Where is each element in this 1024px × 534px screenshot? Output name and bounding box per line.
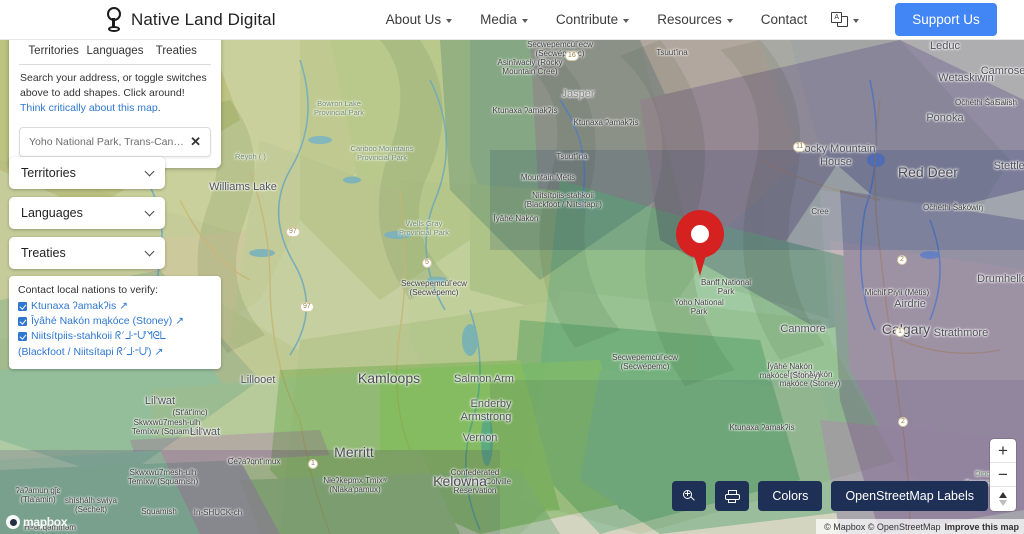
- improve-map-link[interactable]: Improve this map: [944, 522, 1019, 532]
- toggle-label: Territories: [28, 45, 79, 57]
- nav-item-contribute[interactable]: Contribute: [542, 6, 643, 33]
- colors-button[interactable]: Colors: [758, 481, 823, 511]
- zoom-controls: + −: [990, 439, 1016, 511]
- accordion-label: Territories: [21, 166, 76, 180]
- panel-description: Search your address, or toggle switches …: [19, 71, 211, 116]
- top-navigation-bar: Native Land Digital About Us Media Contr…: [0, 0, 1024, 40]
- accordion-label: Languages: [21, 206, 83, 220]
- nav-item-media[interactable]: Media: [466, 6, 542, 33]
- map-action-buttons: Colors OpenStreetMap Labels: [672, 481, 988, 511]
- mapbox-logo-icon[interactable]: mapbox: [6, 515, 68, 529]
- translate-icon: A: [831, 12, 849, 27]
- nav-item-resources[interactable]: Resources: [643, 6, 747, 33]
- nation-row[interactable]: Ktunaxa ʔamakʔis ↗: [18, 299, 212, 314]
- nation-label[interactable]: Niitsítpiis-stahkoii ᖇᐟᒧᐧᐨᑧᖿᘓᒪ: [31, 329, 166, 344]
- zoom-out-button[interactable]: −: [990, 463, 1016, 487]
- nation-row[interactable]: Niitsítpiis-stahkoii ᖇᐟᒧᐧᐨᑧᖿᘓᒪ: [18, 329, 212, 344]
- nav-label: About Us: [385, 12, 442, 27]
- nav-item-contact[interactable]: Contact: [747, 6, 822, 33]
- nav-label: Resources: [657, 12, 722, 27]
- nation-label[interactable]: Îyâhé Nakón mąkóce (Stoney): [31, 314, 172, 329]
- brand-title: Native Land Digital: [131, 9, 276, 29]
- chevron-down-icon: [853, 18, 860, 23]
- language-switcher[interactable]: A: [821, 6, 873, 33]
- nav-links: About Us Media Contribute Resources Cont…: [372, 6, 874, 33]
- external-link-icon[interactable]: ↗: [119, 299, 128, 314]
- brand-logo[interactable]: Native Land Digital: [106, 6, 276, 33]
- accordion-treaties[interactable]: Treaties: [9, 237, 165, 269]
- contact-nations-box: Contact local nations to verify: Ktunaxa…: [9, 276, 221, 369]
- nation-row[interactable]: Îyâhé Nakón mąkóce (Stoney) ↗: [18, 314, 212, 329]
- nav-label: Contact: [760, 12, 808, 27]
- accordion-territories[interactable]: Territories: [9, 157, 165, 189]
- zoom-search-icon: [682, 489, 696, 503]
- zoom-in-button[interactable]: +: [990, 439, 1016, 463]
- external-link-icon[interactable]: ↗: [154, 345, 163, 360]
- nav-item-about-us[interactable]: About Us: [372, 6, 467, 33]
- toggle-label: Treaties: [155, 45, 197, 57]
- openstreetmap-labels-button[interactable]: OpenStreetMap Labels: [831, 481, 988, 511]
- toggle-label: Languages: [86, 45, 144, 57]
- print-icon: [724, 489, 740, 503]
- mapbox-wordmark: mapbox: [23, 515, 68, 529]
- address-search-box[interactable]: Yoho National Park, Trans-Canada High...…: [19, 126, 211, 157]
- nation-checkbox[interactable]: [18, 332, 27, 342]
- nation-checkbox[interactable]: [18, 302, 27, 311]
- chevron-down-icon: [726, 18, 733, 23]
- chevron-down-icon: [144, 166, 155, 176]
- clear-search-button[interactable]: ✕: [187, 134, 204, 150]
- panel-description-text: Search your address, or toggle switches …: [20, 72, 207, 99]
- compass-button[interactable]: [990, 487, 1016, 511]
- zoom-search-button[interactable]: [672, 481, 707, 511]
- location-marker[interactable]: [676, 210, 724, 278]
- chevron-down-icon: [144, 246, 155, 256]
- chevron-down-icon: [144, 206, 155, 216]
- contact-nations-title: Contact local nations to verify:: [18, 284, 159, 296]
- nation-checkbox[interactable]: [18, 317, 27, 327]
- chevron-down-icon: [521, 18, 528, 23]
- nation-label-extra[interactable]: (Blackfoot / Niitsítapi ᖇᐟᒧᐧᐨᑧ): [18, 345, 151, 360]
- accordion-languages[interactable]: Languages: [9, 197, 165, 229]
- think-critically-link[interactable]: Think critically about this map: [20, 102, 158, 114]
- map-pin-icon: [106, 6, 122, 33]
- chevron-down-icon: [446, 18, 453, 23]
- panel-divider: [19, 64, 211, 65]
- chevron-down-icon: [623, 18, 630, 23]
- nav-label: Media: [480, 12, 517, 27]
- nav-label: Contribute: [555, 12, 619, 27]
- nation-label[interactable]: Ktunaxa ʔamakʔis: [31, 299, 116, 314]
- external-link-icon[interactable]: ↗: [175, 314, 184, 329]
- panel-description-period: .: [157, 101, 161, 114]
- map-attribution: © Mapbox © OpenStreetMap Improve this ma…: [816, 519, 1024, 534]
- accordion-label: Treaties: [21, 246, 66, 260]
- support-us-button[interactable]: Support Us: [895, 3, 997, 36]
- nation-row-continuation[interactable]: (Blackfoot / Niitsítapi ᖇᐟᒧᐧᐨᑧ) ↗: [18, 345, 212, 360]
- search-input[interactable]: Yoho National Park, Trans-Canada High...: [29, 136, 187, 148]
- print-button[interactable]: [715, 481, 750, 511]
- attribution-text: © Mapbox © OpenStreetMap: [824, 521, 941, 532]
